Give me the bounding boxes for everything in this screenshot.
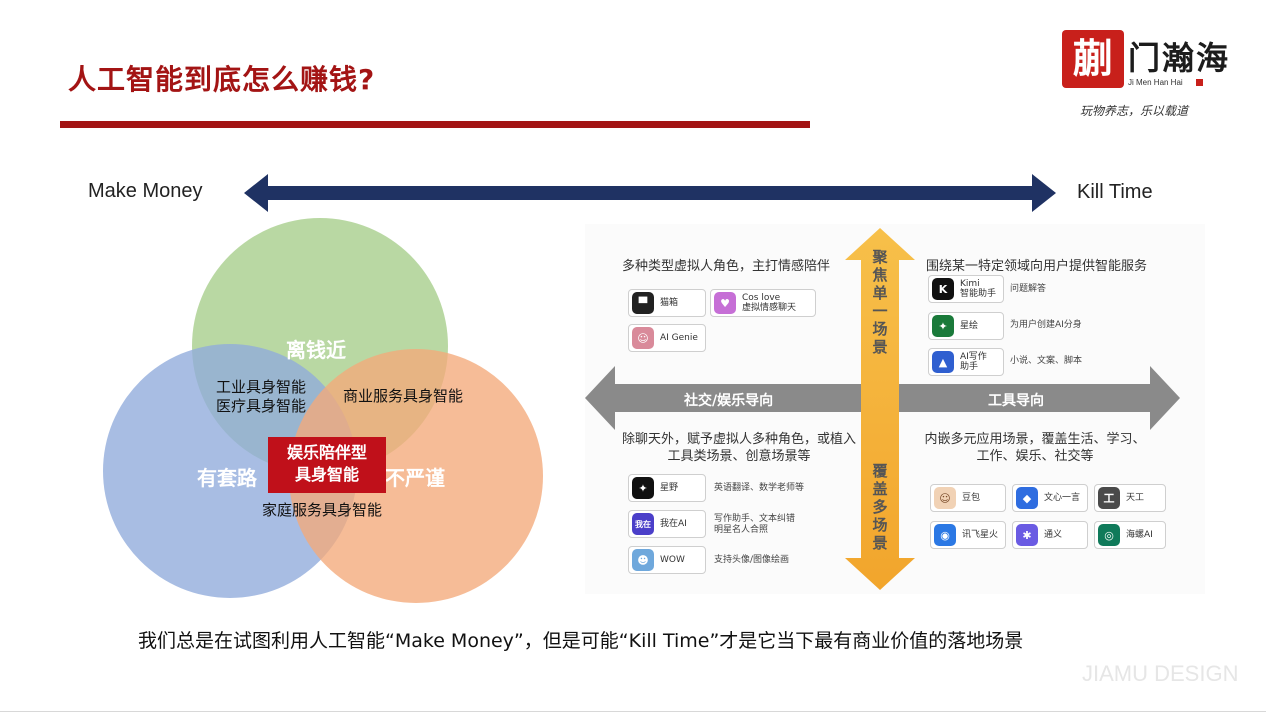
quadrant-axis-social: 社交/娱乐导向 xyxy=(684,393,774,409)
app-name: 星绘 xyxy=(960,321,979,331)
logo-slogan: 玩物养志，乐以载道 xyxy=(1080,104,1189,118)
quadrant-axis-multi: 覆盖多场景 xyxy=(872,462,888,552)
app-name: 我在AI xyxy=(660,519,687,529)
app-card: ◉ 讯飞星火 xyxy=(930,521,1006,549)
app-card: ◆ 文心一言 xyxy=(1012,484,1088,512)
app-caption: 为用户创建AI分身 xyxy=(1010,320,1082,330)
venn-label-money: 离钱近 xyxy=(286,338,346,362)
app-caption: 支持头像/图像绘画 xyxy=(714,555,790,565)
ai-genie-icon: ☺ xyxy=(632,327,654,349)
q-bl-heading: 除聊天外，赋予虚拟人多种角色，或植入工具类场景、创意场景等 xyxy=(621,432,856,464)
venn-center-label: 娱乐陪伴型 具身智能 xyxy=(268,437,386,493)
cos-love-icon: ♥ xyxy=(714,292,736,314)
logo-name: 门瀚海 xyxy=(1128,39,1231,77)
venn-overlap-commercial: 商业服务具身智能 xyxy=(343,387,464,405)
app-card: ◎ 海螺AI xyxy=(1094,521,1166,549)
venn-overlap-medical: 医疗具身智能 xyxy=(216,397,307,415)
app-card: ✦ 星野 xyxy=(628,474,706,502)
xinghui-icon: ✦ xyxy=(932,315,954,337)
hailuo-icon: ◎ xyxy=(1098,524,1120,546)
venn-center-line1: 娱乐陪伴型 xyxy=(286,443,367,462)
venn-label-routine: 有套路 xyxy=(197,466,257,490)
app-name: 星野 xyxy=(660,483,679,493)
app-card: 工天工 xyxy=(1094,484,1166,512)
watermark: JIAMU DESIGN xyxy=(1082,661,1239,686)
q-tr-heading: 围绕某一特定领域向用户提供智能服务 xyxy=(926,259,1148,274)
app-card: ✱ 通义 xyxy=(1012,521,1088,549)
app-name: AI Genie xyxy=(660,333,698,343)
bottom-caption: 我们总是在试图利用人工智能“Make Money”，但是可能“Kill Time… xyxy=(138,630,1024,652)
ai-writing-icon: ▲ xyxy=(932,351,954,373)
app-name: 猫箱 xyxy=(660,298,679,308)
app-caption: 写作助手、文本纠错 明星名人合照 xyxy=(714,514,796,535)
title-underline xyxy=(60,121,810,128)
venn-label-loose: 不严谨 xyxy=(385,466,445,490)
app-name: 天工 xyxy=(1126,493,1145,503)
logo-english: Ji Men Han Hai xyxy=(1128,78,1183,87)
wozai-icon: 我在 xyxy=(632,513,654,535)
app-card: ☺ 豆包 xyxy=(930,484,1006,512)
app-name: 讯飞星火 xyxy=(962,530,999,540)
venn-center-line2: 具身智能 xyxy=(294,465,359,484)
app-name: Kimi 智能助手 xyxy=(960,279,997,299)
xingye-icon: ✦ xyxy=(632,477,654,499)
app-name: 通义 xyxy=(1044,530,1063,540)
logo-mark: 蒯 xyxy=(1062,30,1124,88)
app-name: AI写作 助手 xyxy=(960,352,987,372)
app-caption: 英语翻译、数学老师等 xyxy=(714,483,805,493)
bottom-divider xyxy=(0,711,1266,712)
tongyi-icon: ✱ xyxy=(1016,524,1038,546)
app-caption: 问题解答 xyxy=(1010,284,1047,294)
tiangong-icon: 工 xyxy=(1098,487,1120,509)
app-card: K Kimi 智能助手 xyxy=(928,275,1004,303)
app-card: ✦ 星绘 xyxy=(928,312,1004,340)
quadrant-axis-tool: 工具导向 xyxy=(988,393,1044,409)
venn-overlap-industry: 工业具身智能 xyxy=(216,378,307,396)
q-tl-heading: 多种类型虚拟人角色，主打情感陪伴 xyxy=(622,259,831,274)
quadrant-axis-single: 聚焦单一场景 xyxy=(872,248,888,356)
axis-right-label: Kill Time xyxy=(1077,181,1153,203)
app-card: 我在 我在AI xyxy=(628,510,706,538)
axis-left-label: Make Money xyxy=(88,180,203,202)
venn-overlap-home: 家庭服务具身智能 xyxy=(262,501,383,519)
kimi-icon: K xyxy=(932,278,954,300)
app-card: ☺ AI Genie xyxy=(628,324,706,352)
app-caption: 小说、文案、脚本 xyxy=(1010,356,1083,366)
doubao-icon: ☺ xyxy=(934,487,956,509)
logo-mark-char: 蒯 xyxy=(1073,35,1113,82)
app-name: 海螺AI xyxy=(1126,530,1153,540)
q-br-heading: 内嵌多元应用场景，覆盖生活、学习、工作、娱乐、社交等 xyxy=(924,432,1146,464)
app-card: ▲ AI写作 助手 xyxy=(928,348,1004,376)
app-card: ▀ 猫箱 xyxy=(628,289,706,317)
app-card: ♥ Cos love 虚拟情感聊天 xyxy=(710,289,816,317)
xunfei-icon: ◉ xyxy=(934,524,956,546)
app-card: ☻ WOW xyxy=(628,546,706,574)
double-arrow-icon xyxy=(244,174,1056,212)
wow-icon: ☻ xyxy=(632,549,654,571)
app-name: 文心一言 xyxy=(1044,493,1081,503)
page-title: 人工智能到底怎么赚钱? xyxy=(68,63,376,96)
venn-diagram xyxy=(103,218,543,603)
app-name: Cos love 虚拟情感聊天 xyxy=(742,293,797,313)
wenxin-icon: ◆ xyxy=(1016,487,1038,509)
app-name: WOW xyxy=(660,555,685,565)
app-name: 豆包 xyxy=(962,493,981,503)
cat-box-icon: ▀ xyxy=(632,292,654,314)
logo-red-square xyxy=(1196,79,1203,86)
